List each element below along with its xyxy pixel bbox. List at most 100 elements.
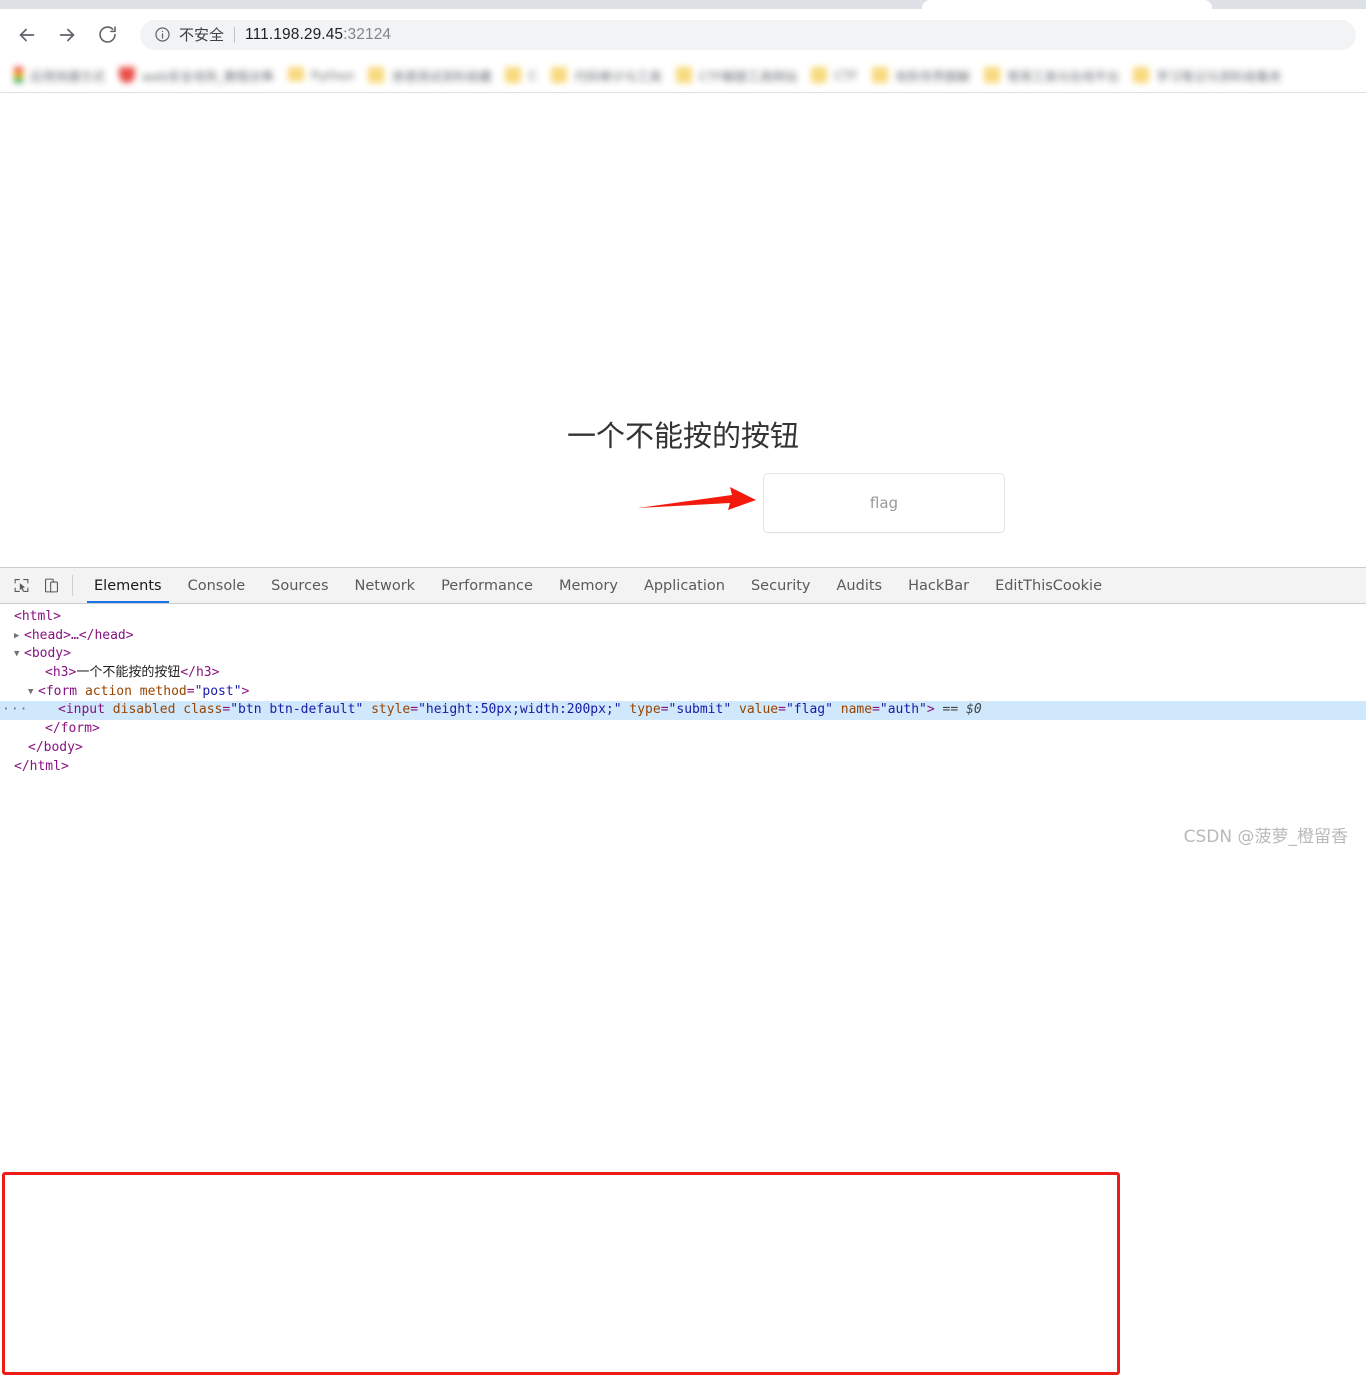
browser-tab-strip[interactable]	[0, 0, 1366, 11]
dom-text: class	[183, 702, 223, 718]
dom-text: <form	[38, 683, 78, 699]
dom-text: style	[371, 702, 411, 718]
tab-label: Security	[750, 577, 811, 594]
expand-triangle-icon[interactable]: ▶	[14, 627, 24, 646]
dom-node-form-open[interactable]: ▼ <form action method="post">	[0, 683, 1366, 702]
bookmark-item[interactable]: 应用快捷方式	[14, 66, 105, 85]
tab-label: Performance	[441, 577, 533, 594]
dom-text: <input	[58, 702, 105, 718]
tab-editthiscookie[interactable]: EditThisCookie	[982, 568, 1115, 603]
dom-text: value	[739, 702, 779, 718]
dom-text: "submit"	[668, 702, 732, 718]
omnibox-divider	[234, 26, 236, 43]
tabstrip-bottom-edge	[0, 9, 1366, 11]
dom-node-input-selected[interactable]: ··· <input disabled class="btn btn-defaul…	[0, 701, 1366, 721]
tab-label: EditThisCookie	[995, 577, 1102, 594]
dom-text: "flag"	[785, 702, 833, 718]
dom-text: disabled	[112, 702, 176, 718]
bookmark-item[interactable]: web安全攻防_教程合集	[119, 66, 274, 85]
dom-node-body-open[interactable]: ▼ <body>	[0, 645, 1366, 664]
bookmark-label: C	[528, 67, 538, 83]
tab-elements[interactable]: Elements	[81, 568, 175, 603]
tab-security[interactable]: Security	[738, 568, 824, 603]
dom-tree[interactable]: <html> ▶ <head>…</head> ▼ <body> <h3>一个不能按…	[0, 604, 1366, 900]
folder-icon	[1133, 67, 1150, 83]
tab-console[interactable]: Console	[175, 568, 259, 603]
collapse-triangle-icon[interactable]: ▼	[28, 683, 38, 702]
red-arrow-annotation-icon	[638, 487, 756, 510]
dom-text: "post"	[194, 683, 242, 699]
collapse-triangle-icon[interactable]: ▼	[14, 645, 24, 664]
folder-icon	[675, 67, 692, 83]
bookmarks-bar[interactable]: 应用快捷方式 web安全攻防_教程合集 Python 渗透测试资料收藏 C 代码…	[0, 58, 1366, 93]
bookmark-item[interactable]: 常用工具与在线平台	[983, 66, 1119, 85]
selected-node-reference: == $0	[942, 702, 982, 718]
info-circle-icon[interactable]	[154, 26, 171, 43]
tab-label: Application	[643, 577, 725, 594]
bookmark-blur-overlay	[260, 84, 315, 92]
tab-memory[interactable]: Memory	[546, 568, 631, 603]
back-icon[interactable]	[10, 18, 44, 52]
url-port: :32124	[343, 25, 392, 43]
security-status-text: 不安全	[179, 26, 225, 44]
bookmark-favicon-icon	[14, 67, 23, 83]
dom-text: <head>…</head>	[24, 627, 134, 643]
bookmark-item[interactable]: 代码审计与工具	[551, 66, 662, 85]
forward-icon[interactable]	[50, 18, 84, 52]
tab-application[interactable]: Application	[631, 568, 738, 603]
bookmark-label: Python	[311, 67, 355, 83]
reload-icon[interactable]	[90, 18, 124, 52]
dom-node-form-close[interactable]: </form>	[0, 720, 1366, 739]
bookmark-item[interactable]: C	[505, 67, 537, 83]
bookmark-label: web安全攻防_教程合集	[142, 68, 275, 84]
dom-text: </h3>	[180, 665, 220, 681]
bookmark-label: 学习笔记与资料收集夹	[1156, 68, 1282, 84]
dom-text: <body>	[24, 646, 71, 662]
dom-text: <h3>	[45, 665, 77, 681]
device-toolbar-icon[interactable]	[36, 568, 66, 603]
dom-text: </form>	[45, 721, 100, 737]
folder-icon	[288, 67, 305, 83]
bookmark-item[interactable]: CTF解题工具网站	[675, 66, 797, 85]
dom-text: "btn btn-default"	[230, 702, 364, 718]
tab-network[interactable]: Network	[342, 568, 429, 603]
tab-audits[interactable]: Audits	[824, 568, 896, 603]
bookmark-item[interactable]: 学习笔记与资料收集夹	[1133, 66, 1281, 85]
page-viewport: 一个不能按的按钮 flag	[0, 93, 1366, 567]
folder-icon	[551, 67, 568, 83]
bookmark-label: 渗透测试资料收藏	[391, 68, 492, 84]
bookmark-item[interactable]: Python	[288, 67, 354, 83]
bookmark-item[interactable]: CTF	[811, 67, 858, 83]
tab-performance[interactable]: Performance	[428, 568, 546, 603]
dom-node-body-close[interactable]: </body>	[0, 739, 1366, 758]
tab-label: Network	[354, 577, 416, 594]
url-host: 111.198.29.45	[245, 25, 344, 43]
dom-node-html-close[interactable]: </html>	[0, 758, 1366, 777]
dom-node-head[interactable]: ▶ <head>…</head>	[0, 627, 1366, 646]
toolbar-divider	[72, 575, 73, 596]
tab-label: Console	[187, 577, 246, 594]
tab-sources[interactable]: Sources	[258, 568, 341, 603]
dom-text: type	[629, 702, 661, 718]
dom-text: action	[84, 683, 132, 699]
devtools-panel: Elements Console Sources Network Perform…	[0, 567, 1366, 1375]
dom-node-h3[interactable]: <h3>一个不能按的按钮</h3>	[0, 664, 1366, 683]
dom-text: <html>	[14, 609, 61, 624]
dom-node-html-open[interactable]: <html>	[0, 608, 1366, 627]
folder-icon	[368, 67, 385, 83]
dom-text: </body>	[28, 739, 83, 755]
dom-text: "auth"	[879, 702, 927, 718]
devtools-tabbar: Elements Console Sources Network Perform…	[0, 568, 1366, 604]
bookmark-label: CTF	[834, 67, 858, 83]
flag-submit-button[interactable]: flag	[763, 473, 1005, 533]
tab-hackbar[interactable]: HackBar	[895, 568, 982, 603]
inspect-element-icon[interactable]	[6, 568, 36, 603]
folder-icon	[983, 67, 1000, 83]
bookmark-item[interactable]: 攻防世界题解	[871, 66, 970, 85]
dom-gutter-ellipsis[interactable]: ···	[2, 701, 28, 720]
bookmark-favicon-icon	[119, 67, 136, 83]
bookmark-item[interactable]: 渗透测试资料收藏	[368, 66, 491, 85]
folder-icon	[871, 67, 888, 83]
address-bar[interactable]: 不安全 111.198.29.45:32124	[140, 19, 1356, 50]
tab-label: Sources	[271, 577, 329, 594]
